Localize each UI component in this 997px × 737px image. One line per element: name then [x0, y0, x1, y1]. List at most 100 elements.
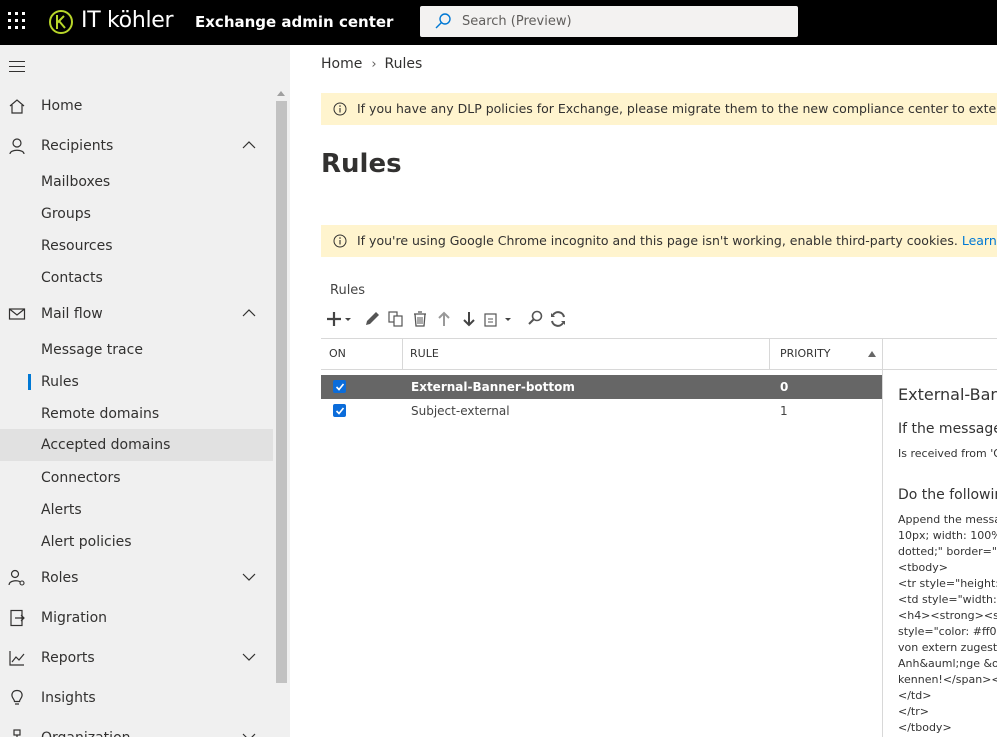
roles-icon — [8, 569, 25, 586]
sort-ascending-icon — [868, 351, 876, 357]
detail-if-heading: If the message... — [898, 421, 997, 437]
add-icon[interactable] — [326, 309, 354, 329]
nav-item-recipients[interactable]: Recipients — [0, 130, 273, 162]
nav-label: Reports — [41, 650, 95, 666]
sidebar-scrollbar[interactable] — [273, 85, 290, 737]
nav-label: Home — [41, 98, 83, 114]
detail-do-line: 10px; width: 100%; — [898, 529, 997, 542]
info-icon — [333, 102, 347, 116]
nav-label: Mail flow — [41, 306, 103, 322]
chevron-up-icon[interactable] — [242, 308, 256, 318]
nav-label: Contacts — [41, 270, 103, 286]
nav-item-reports[interactable]: Reports — [0, 642, 273, 674]
company-logo-icon — [49, 10, 73, 34]
detail-do-line: <tbody> — [898, 561, 948, 574]
nav-item-connectors[interactable]: Connectors — [0, 462, 273, 494]
nav-item-roles[interactable]: Roles — [0, 562, 273, 594]
nav-item-groups[interactable]: Groups — [0, 198, 273, 230]
learn-more-link[interactable]: Learn more about mana — [962, 233, 997, 248]
nav-label: Rules — [41, 374, 79, 390]
nav-item-migration[interactable]: Migration — [0, 602, 273, 634]
search-icon[interactable] — [526, 309, 544, 329]
nav-item-resources[interactable]: Resources — [0, 230, 273, 262]
nav-item-mailboxes[interactable]: Mailboxes — [0, 166, 273, 198]
rule-enabled-checkbox[interactable] — [333, 380, 346, 393]
banner-message: If you're using Google Chrome incognito … — [357, 233, 958, 248]
nav-label: Alerts — [41, 502, 82, 518]
nav-item-home[interactable]: Home — [0, 90, 273, 122]
delete-icon[interactable] — [412, 309, 428, 329]
home-icon — [9, 99, 25, 114]
brand-name: IT köhler — [81, 8, 174, 33]
move-up-icon[interactable] — [436, 309, 452, 329]
detail-do-line: <td style="width: 1 — [898, 593, 997, 606]
rule-enabled-checkbox[interactable] — [333, 404, 346, 417]
reports-icon — [9, 651, 25, 666]
person-icon — [9, 138, 25, 155]
table-row[interactable]: Subject-external 1 — [321, 399, 882, 423]
nav-label: Migration — [41, 610, 108, 626]
rules-panel-title: Rules — [330, 283, 366, 298]
edit-icon[interactable] — [363, 309, 381, 329]
selected-indicator — [28, 374, 31, 390]
chevron-down-icon[interactable] — [242, 652, 256, 662]
breadcrumb-current: Rules — [384, 56, 423, 72]
nav-item-organization[interactable]: Organization — [0, 722, 273, 737]
nav-label: Connectors — [41, 470, 121, 486]
nav-item-remote-domains[interactable]: Remote domains — [0, 398, 273, 430]
detail-do-line: Anh&auml;nge &o — [898, 657, 997, 670]
chevron-down-icon[interactable] — [242, 572, 256, 582]
info-icon — [333, 234, 347, 248]
left-navigation: Home Recipients Mailboxes Groups Resourc… — [0, 45, 290, 737]
table-row[interactable]: External-Banner-bottom 0 — [321, 375, 882, 399]
column-header-label: PRIORITY — [780, 347, 831, 360]
detail-do-line: Append the messa — [898, 513, 997, 526]
app-launcher-icon[interactable] — [8, 12, 26, 30]
column-header-priority[interactable]: PRIORITY — [769, 339, 881, 369]
organization-icon — [13, 729, 21, 737]
nav-item-rules[interactable]: Rules — [0, 366, 273, 398]
nav-label: Message trace — [41, 342, 143, 358]
detail-do-line: style="color: #ff00 — [898, 625, 997, 638]
nav-item-message-trace[interactable]: Message trace — [0, 334, 273, 366]
page-title: Rules — [321, 149, 402, 179]
search-input[interactable] — [462, 6, 782, 37]
column-header-rule[interactable]: RULE — [402, 339, 768, 369]
nav-item-insights[interactable]: Insights — [0, 682, 273, 714]
nav-label: Insights — [41, 690, 96, 706]
breadcrumb: Home › Rules — [321, 55, 422, 74]
breadcrumb-home[interactable]: Home — [321, 56, 362, 72]
detail-do-line: von extern zugeste — [898, 641, 997, 654]
chevron-up-icon[interactable] — [242, 140, 256, 150]
rule-name: Subject-external — [411, 404, 510, 418]
nav-label: Remote domains — [41, 406, 160, 422]
main-content: Home › Rules If you have any DLP policies … — [290, 45, 997, 737]
export-icon[interactable] — [483, 309, 515, 329]
move-down-icon[interactable] — [461, 309, 477, 329]
migration-icon — [10, 609, 25, 627]
nav-item-mail-flow[interactable]: Mail flow — [0, 298, 273, 330]
scroll-up-arrow-icon[interactable] — [277, 91, 285, 96]
nav-item-alert-policies[interactable]: Alert policies — [0, 526, 273, 558]
nav-item-accepted-domains[interactable]: Accepted domains — [0, 429, 273, 461]
mail-icon — [8, 308, 26, 320]
copy-icon[interactable] — [387, 309, 405, 329]
app-title: Exchange admin center — [195, 13, 394, 31]
refresh-icon[interactable] — [549, 309, 567, 329]
scrollbar-thumb[interactable] — [276, 101, 287, 683]
collapse-nav-icon[interactable] — [9, 59, 26, 73]
chevron-down-icon[interactable] — [242, 732, 256, 737]
detail-do-heading: Do the following — [898, 487, 997, 503]
nav-label: Roles — [41, 570, 79, 586]
nav-label: Organization — [41, 729, 131, 737]
nav-item-alerts[interactable]: Alerts — [0, 494, 273, 526]
chrome-info-banner: If you're using Google Chrome incognito … — [321, 225, 997, 257]
rule-name: External-Banner-bottom — [411, 380, 575, 394]
nav-item-contacts[interactable]: Contacts — [0, 262, 273, 294]
column-header-on[interactable]: ON — [329, 339, 401, 369]
search-box[interactable] — [420, 6, 798, 37]
detail-do-line: </tr> — [898, 705, 929, 718]
detail-do-line: <h4><strong><sp — [898, 609, 997, 622]
lightbulb-icon — [11, 689, 23, 705]
detail-do-line: dotted;" border="1 — [898, 545, 997, 558]
